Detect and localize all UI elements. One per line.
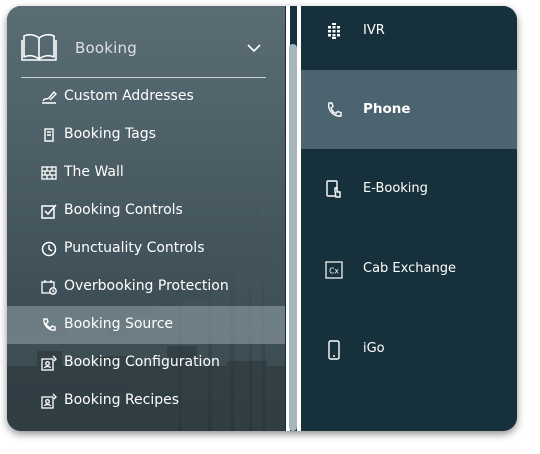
- ivr-icon: [328, 23, 340, 39]
- menu-item-label: Punctuality Controls: [64, 240, 205, 256]
- open-book-icon: [21, 33, 57, 61]
- section-title: Booking: [75, 39, 137, 57]
- mobile-icon: [328, 340, 340, 360]
- source-item-label: IVR: [363, 23, 385, 38]
- source-item-ivr[interactable]: IVR: [301, 6, 517, 68]
- booking-section-header[interactable]: Booking: [7, 6, 285, 80]
- menu-item-label: Booking Recipes: [64, 392, 180, 408]
- menu-item-custom-addresses[interactable]: Custom Addresses: [7, 78, 285, 116]
- menu-item-booking-controls[interactable]: Booking Controls: [7, 192, 285, 230]
- source-item-label: E-Booking: [363, 181, 428, 196]
- booking-submenu: Custom Addresses Booking Tags The Wall B…: [7, 78, 285, 420]
- cab-exchange-icon: Cx: [325, 261, 343, 279]
- brick-wall-icon: [41, 166, 57, 180]
- menu-item-overbooking-protection[interactable]: Overbooking Protection: [7, 268, 285, 306]
- tag-icon: [44, 128, 54, 142]
- menu-item-punctuality-controls[interactable]: Punctuality Controls: [7, 230, 285, 268]
- signature-icon: [42, 90, 57, 104]
- calendar-clock-icon: [41, 280, 57, 295]
- checkbox-icon: [41, 204, 57, 219]
- scrollbar-thumb[interactable]: [289, 44, 297, 431]
- source-item-label: Cab Exchange: [363, 261, 456, 276]
- menu-item-label: Booking Controls: [64, 202, 183, 218]
- menu-item-label: Overbooking Protection: [64, 278, 229, 294]
- source-item-e-booking[interactable]: E-Booking: [301, 149, 517, 229]
- menu-item-the-wall[interactable]: The Wall: [7, 154, 285, 192]
- source-item-phone[interactable]: Phone: [301, 70, 517, 149]
- menu-item-label: Booking Source: [64, 316, 174, 332]
- menu-item-booking-recipes[interactable]: Booking Recipes: [7, 382, 285, 420]
- menu-item-label: Custom Addresses: [64, 88, 194, 104]
- menu-item-booking-tags[interactable]: Booking Tags: [7, 116, 285, 154]
- contact-card-icon: [41, 393, 57, 409]
- menu-item-label: The Wall: [64, 164, 124, 180]
- menu-item-label: Booking Configuration: [64, 354, 220, 370]
- menu-item-booking-source[interactable]: Booking Source: [7, 306, 285, 344]
- tablet-touch-icon: [326, 180, 341, 198]
- source-item-label: iGo: [363, 341, 385, 356]
- source-item-cab-exchange[interactable]: Cx Cab Exchange: [301, 229, 517, 309]
- source-item-label: Phone: [363, 101, 411, 117]
- left-menu-panel: Booking Custom Addresses Booking Tags Th…: [7, 6, 285, 431]
- source-options-panel: IVR Phone E-Booking Cx Cab Exchange iGo: [301, 6, 517, 431]
- phone-icon: [43, 318, 56, 331]
- menu-item-booking-configuration[interactable]: Booking Configuration: [7, 344, 285, 382]
- clock-icon: [41, 241, 57, 257]
- contact-card-icon: [41, 355, 57, 371]
- chevron-down-icon[interactable]: [247, 43, 261, 53]
- source-item-igo[interactable]: iGo: [301, 309, 517, 389]
- phone-icon: [327, 102, 342, 117]
- booking-menu-panel: Booking Custom Addresses Booking Tags Th…: [7, 6, 517, 431]
- menu-item-label: Booking Tags: [64, 126, 156, 142]
- svg-text:Cx: Cx: [329, 267, 339, 276]
